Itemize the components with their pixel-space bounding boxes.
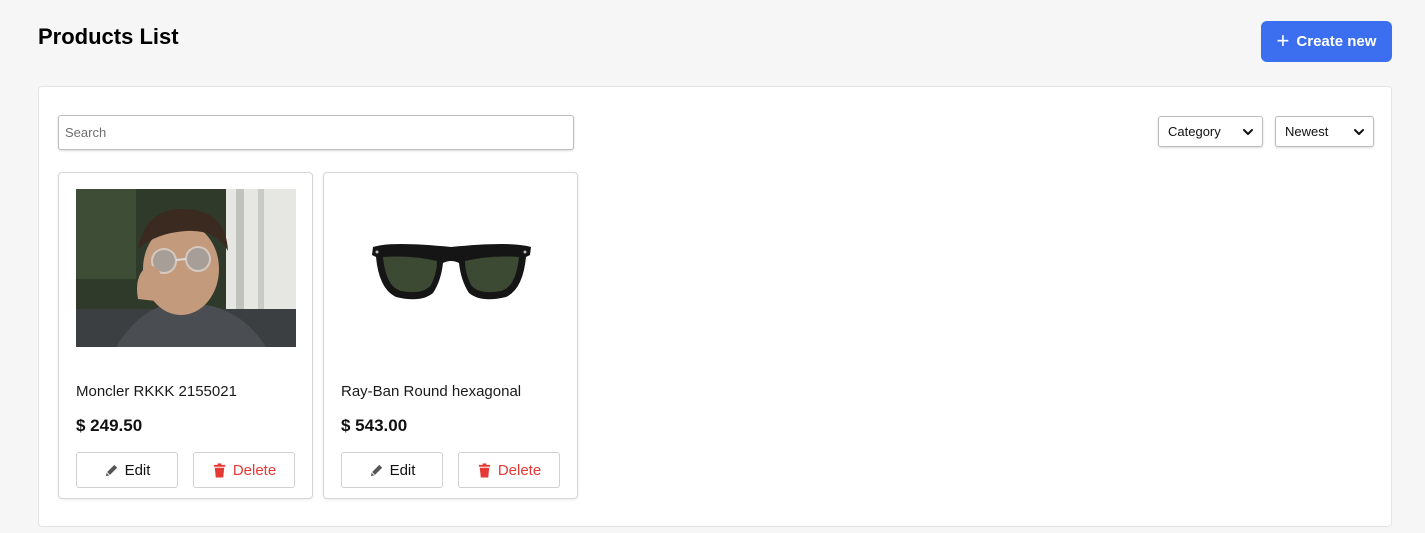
category-select-value: Category — [1168, 124, 1221, 139]
product-card: Moncler RKKK 2155021 $ 249.50 Edit Delet… — [58, 172, 313, 499]
products-page: Products List + Create new Category Newe… — [0, 0, 1425, 533]
pencil-icon — [105, 464, 117, 476]
delete-label: Delete — [232, 461, 277, 479]
page-title: Products List — [38, 24, 179, 49]
category-select[interactable]: Category — [1158, 116, 1263, 147]
product-image — [76, 189, 296, 347]
edit-button[interactable]: Edit — [341, 452, 443, 488]
create-new-button[interactable]: + Create new — [1261, 21, 1392, 62]
chevron-down-icon — [1243, 128, 1253, 135]
product-name: Moncler RKKK 2155021 — [76, 383, 237, 400]
edit-label: Edit — [124, 461, 151, 479]
product-image — [341, 189, 561, 347]
sort-select-value: Newest — [1285, 124, 1329, 139]
products-panel: Category Newest — [38, 86, 1392, 527]
product-price: $ 249.50 — [76, 416, 143, 435]
delete-button[interactable]: Delete — [193, 452, 295, 488]
product-name: Ray-Ban Round hexagonal — [341, 383, 522, 400]
trash-icon — [213, 462, 225, 478]
pencil-icon — [370, 464, 382, 476]
edit-label: Edit — [389, 461, 416, 479]
product-price: $ 543.00 — [341, 416, 408, 435]
delete-button[interactable]: Delete — [458, 452, 560, 488]
create-new-label: Create new — [1296, 33, 1377, 50]
sort-select[interactable]: Newest — [1275, 116, 1374, 147]
delete-label: Delete — [497, 461, 542, 479]
chevron-down-icon — [1354, 128, 1364, 135]
product-card: Ray-Ban Round hexagonal $ 543.00 Edit De… — [323, 172, 578, 499]
edit-button[interactable]: Edit — [76, 452, 178, 488]
trash-icon — [478, 462, 490, 478]
plus-icon: + — [1276, 27, 1290, 53]
search-input[interactable] — [58, 115, 574, 150]
